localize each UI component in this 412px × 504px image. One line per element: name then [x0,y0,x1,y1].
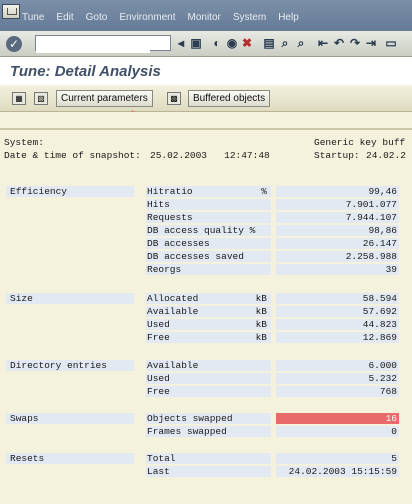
metric-label: Hits [146,199,271,210]
metric-label: Frames swapped [146,426,271,437]
snapshot-value: 25.02.2003 12:47:48 [150,150,270,161]
metric-value: 44.823 [276,319,399,330]
prev-page-icon[interactable]: ↶ [332,36,346,50]
metric-label: Free [146,386,271,397]
snapshot-label: Date & time of snapshot: [4,150,141,161]
section-efficiency: Efficiency [6,186,134,197]
find-icon[interactable]: ⌕ [278,36,292,50]
print-icon[interactable]: ▤ [262,36,276,50]
metric-value: 24.02.2003 15:15:59 [276,466,399,477]
startup-value: 24.02.2 [366,150,406,161]
metric-value: 5 [276,453,399,464]
metric-label: Last [146,466,271,477]
metric-value: 0 [276,426,399,437]
next-page-icon[interactable]: ↷ [348,36,362,50]
metric-value: 7.944.107 [276,212,399,223]
section-swaps: Swaps [6,413,134,424]
section-size: Size [6,293,134,304]
metric-label: Total [146,453,271,464]
metric-value: 39 [276,264,399,275]
enter-check-icon[interactable]: ✓ [6,36,22,52]
refresh-icon[interactable]: ▦ [12,92,26,105]
metric-label: Available [146,360,271,371]
first-page-icon[interactable]: ⇤ [316,36,330,50]
window-menu-icon[interactable] [2,4,20,19]
divider [0,128,412,130]
buffered-objects-button[interactable]: Buffered objects [188,90,271,107]
last-page-icon[interactable]: ⇥ [364,36,378,50]
metric-label: Objects swapped [146,413,271,424]
standard-toolbar: ✓ ◂ ▣ ◐ ◉ ✖ ▤ ⌕ ⌕ ⇤ ↶ ↷ ⇥ ▭ [0,31,412,57]
back-icon[interactable]: ◐ [210,36,224,50]
metric-value: 57.692 [276,306,399,317]
page-title: Tune: Detail Analysis [10,63,161,80]
menu-help[interactable]: Help [278,12,299,23]
find-next-icon[interactable]: ⌕ [294,36,308,50]
metric-label: Used kB [146,319,271,330]
application-toolbar: ▦ ▧ Current parameters ▩ Buffered object… [0,85,412,112]
metric-value: 7.901.077 [276,199,399,210]
metric-label: DB access quality % [146,225,271,236]
buffered-objects-icon[interactable]: ▩ [167,92,181,105]
back-arrow-icon[interactable]: ◂ [174,36,188,50]
metric-label: Requests [146,212,271,223]
buffer-type: Generic key buff [314,137,406,148]
menu-system[interactable]: System [233,12,266,23]
metric-value-alert: 16 [276,413,399,424]
metric-value: 26.147 [276,238,399,249]
current-parameters-button[interactable]: Current parameters [56,90,153,107]
reset-icon[interactable]: ▧ [34,92,48,105]
command-field[interactable] [35,35,171,53]
metric-value: 6.000 [276,360,399,371]
section-resets: Resets [6,453,134,464]
exit-icon[interactable]: ◉ [225,36,239,50]
metric-label: Allocated kB [146,293,271,304]
metric-label: Free kB [146,332,271,343]
metric-label: Available kB [146,306,271,317]
system-label: System: [4,137,44,148]
metric-label: DB accesses [146,238,271,249]
metric-label: DB accesses saved [146,251,271,262]
metric-value: 2.258.988 [276,251,399,262]
metric-value: 98,86 [276,225,399,236]
cancel-icon[interactable]: ✖ [240,36,254,50]
metric-label: Used [146,373,271,384]
metric-label: Hitratio% [146,186,271,197]
metric-value: 12.869 [276,332,399,343]
metric-value: 768 [276,386,399,397]
new-session-icon[interactable]: ▭ [384,36,398,50]
section-directory-entries: Directory entries [6,360,134,371]
command-input[interactable] [36,39,150,53]
menu-edit[interactable]: Edit [56,12,73,23]
metric-value: 58.594 [276,293,399,304]
menu-monitor[interactable]: Monitor [187,12,220,23]
startup-label: Startup: [314,150,360,161]
save-icon[interactable]: ▣ [189,36,203,50]
menu-goto[interactable]: Goto [86,12,108,23]
metric-value: 99,46 [276,186,399,197]
menu-tune[interactable]: Tune [22,12,44,23]
metric-value: 5.232 [276,373,399,384]
metric-label: Reorgs [146,264,271,275]
menu-environment[interactable]: Environment [119,12,175,23]
